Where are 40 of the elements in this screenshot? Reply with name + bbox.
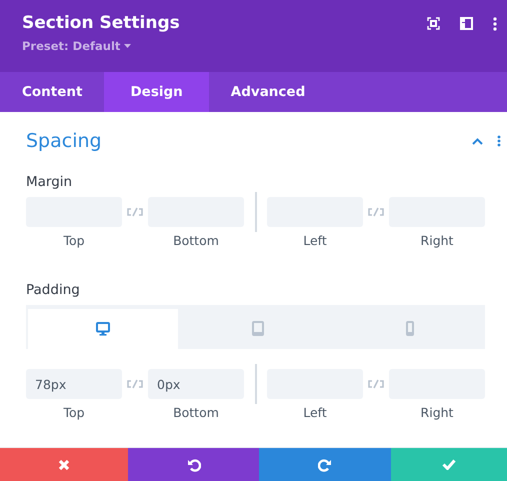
sidebar-icon[interactable] [460,17,473,30]
side-label: Top [63,233,85,248]
device-tab[interactable] [26,307,180,349]
panel-title: Section Settings [22,13,180,33]
preset-dropdown[interactable]: Preset: Default [22,39,180,53]
value-field[interactable]: 0px [148,369,244,399]
link-icon[interactable] [366,207,386,217]
close-button[interactable] [0,448,128,481]
link-icon[interactable] [366,379,386,389]
more-icon[interactable] [493,17,497,31]
expand-icon[interactable] [427,17,440,30]
redo-icon [318,458,332,472]
section-title[interactable]: Spacing [26,130,102,152]
tab[interactable]: Content [0,72,104,112]
more-icon[interactable] [497,135,501,147]
close-icon [58,458,70,470]
side-label: Bottom [173,233,219,248]
undo-button[interactable] [128,448,259,481]
check-icon [442,459,456,470]
link-icon[interactable] [125,207,145,217]
save-button[interactable] [391,448,507,481]
side-label: Left [303,233,327,248]
side-label: Bottom [173,405,219,420]
monitor-icon [96,322,110,336]
undo-icon [186,458,200,472]
tab[interactable]: Advanced [208,72,328,112]
side-label: Right [420,233,454,248]
side-label: Left [303,405,327,420]
link-icon[interactable] [125,379,145,389]
side-label: Top [63,405,85,420]
side-label: Right [420,405,454,420]
phone-icon [406,320,414,336]
caret-icon [124,44,132,48]
field-label: Padding [26,282,81,298]
chevron-up-icon[interactable] [472,138,483,144]
value-field[interactable]: 78px [26,369,122,399]
redo-button[interactable] [259,448,391,481]
tab[interactable]: Design [104,72,209,112]
field-label: Margin [26,174,74,190]
tablet-icon [252,320,264,336]
